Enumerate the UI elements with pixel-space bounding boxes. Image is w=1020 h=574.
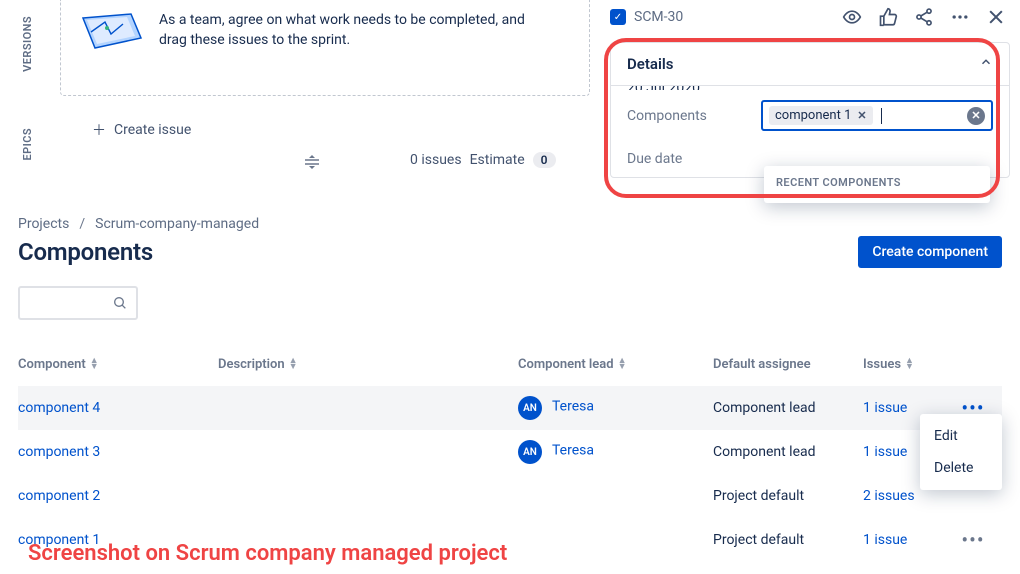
th-issues[interactable]: Issues▲▼ <box>863 357 953 372</box>
resize-handle-icon[interactable] <box>300 152 324 176</box>
sprint-illustration <box>77 10 147 56</box>
backlog-dropzone: As a team, agree on what work needs to b… <box>60 0 590 96</box>
row-menu-edit[interactable]: Edit <box>920 420 1002 452</box>
component-name-link[interactable]: component 2 <box>18 488 218 504</box>
issue-key[interactable]: SCM-30 <box>634 9 683 25</box>
details-title: Details <box>627 55 673 73</box>
default-assignee: Project default <box>713 488 863 504</box>
details-toggle[interactable]: Details <box>611 43 1009 86</box>
issues-link[interactable]: 1 issue <box>863 532 953 548</box>
field-value-startdate[interactable]: 20 Jul 2020 <box>627 86 993 90</box>
row-actions-icon[interactable]: ••• <box>953 528 993 552</box>
like-icon[interactable] <box>874 3 902 31</box>
issue-type-icon: ✓ <box>610 9 626 25</box>
breadcrumb: Projects / Scrum-company-managed <box>18 216 1002 232</box>
create-issue-label: Create issue <box>114 122 191 138</box>
component-tag[interactable]: component 1 ✕ <box>769 106 873 125</box>
issue-panel: ✓ SCM-30 Details 20 Jul 2020 Comp <box>610 0 1010 178</box>
field-row-components: Components component 1 ✕ ✕ <box>611 90 1009 141</box>
chevron-up-icon <box>979 55 993 73</box>
lead-link[interactable]: Teresa <box>552 443 594 459</box>
create-component-button[interactable]: Create component <box>858 236 1002 268</box>
th-assignee: Default assignee <box>713 357 863 372</box>
annotation-caption: Screenshot on Scrum company managed proj… <box>28 541 507 566</box>
table-row[interactable]: component 3 ANTeresa Component lead 1 is… <box>18 430 1002 474</box>
th-component[interactable]: Component▲▼ <box>18 357 218 372</box>
watch-icon[interactable] <box>838 3 866 31</box>
table-row[interactable]: component 2 Project default 2 issues <box>18 474 1002 518</box>
issues-estimate: 0 issues Estimate 0 <box>410 152 556 168</box>
avatar: AN <box>518 440 542 464</box>
row-menu-delete[interactable]: Delete <box>920 452 1002 484</box>
side-tab-epics[interactable]: EPICS <box>21 112 34 177</box>
row-actions-menu: Edit Delete <box>920 414 1002 490</box>
side-tabs: VERSIONS EPICS <box>10 0 44 176</box>
component-name-link[interactable]: component 3 <box>18 444 218 460</box>
side-tab-versions[interactable]: VERSIONS <box>21 0 34 88</box>
default-assignee: Project default <box>713 532 863 548</box>
search-icon <box>112 295 128 311</box>
estimate-badge: 0 <box>533 152 556 168</box>
avatar: AN <box>518 396 542 420</box>
estimate-label: Estimate <box>470 152 525 168</box>
clear-input-icon[interactable]: ✕ <box>967 107 985 125</box>
plus-icon: ＋ <box>92 120 106 140</box>
field-label-components: Components <box>627 108 747 124</box>
tag-remove-icon[interactable]: ✕ <box>857 109 866 122</box>
field-label-duedate: Due date <box>627 151 747 167</box>
th-lead[interactable]: Component lead▲▼ <box>518 357 713 372</box>
breadcrumb-separator: / <box>79 216 85 232</box>
breadcrumb-root[interactable]: Projects <box>18 216 69 232</box>
default-assignee: Component lead <box>713 400 863 416</box>
component-tag-label: component 1 <box>775 108 851 123</box>
components-input[interactable]: component 1 ✕ ✕ <box>761 100 993 131</box>
component-search-input[interactable] <box>18 286 138 320</box>
th-description[interactable]: Description▲▼ <box>218 357 518 372</box>
components-table: Component▲▼ Description▲▼ Component lead… <box>18 342 1002 562</box>
component-name-link[interactable]: component 4 <box>18 400 218 416</box>
components-dropdown[interactable]: RECENT COMPONENTS <box>764 166 990 203</box>
table-row[interactable]: component 4 ANTeresa Component lead 1 is… <box>18 386 1002 430</box>
breadcrumb-project[interactable]: Scrum-company-managed <box>95 216 259 232</box>
text-cursor <box>881 108 882 124</box>
share-icon[interactable] <box>910 3 938 31</box>
lead-link[interactable]: Teresa <box>552 399 594 415</box>
issues-count-label: 0 issues <box>410 152 462 168</box>
dropdown-header: RECENT COMPONENTS <box>776 176 978 189</box>
default-assignee: Component lead <box>713 444 863 460</box>
close-icon[interactable] <box>982 3 1010 31</box>
page-title: Components <box>18 238 153 266</box>
more-icon[interactable] <box>946 3 974 31</box>
issues-link[interactable]: 2 issues <box>863 488 953 504</box>
backlog-tip: As a team, agree on what work needs to b… <box>159 10 525 51</box>
create-issue-button[interactable]: ＋ Create issue <box>82 114 201 146</box>
